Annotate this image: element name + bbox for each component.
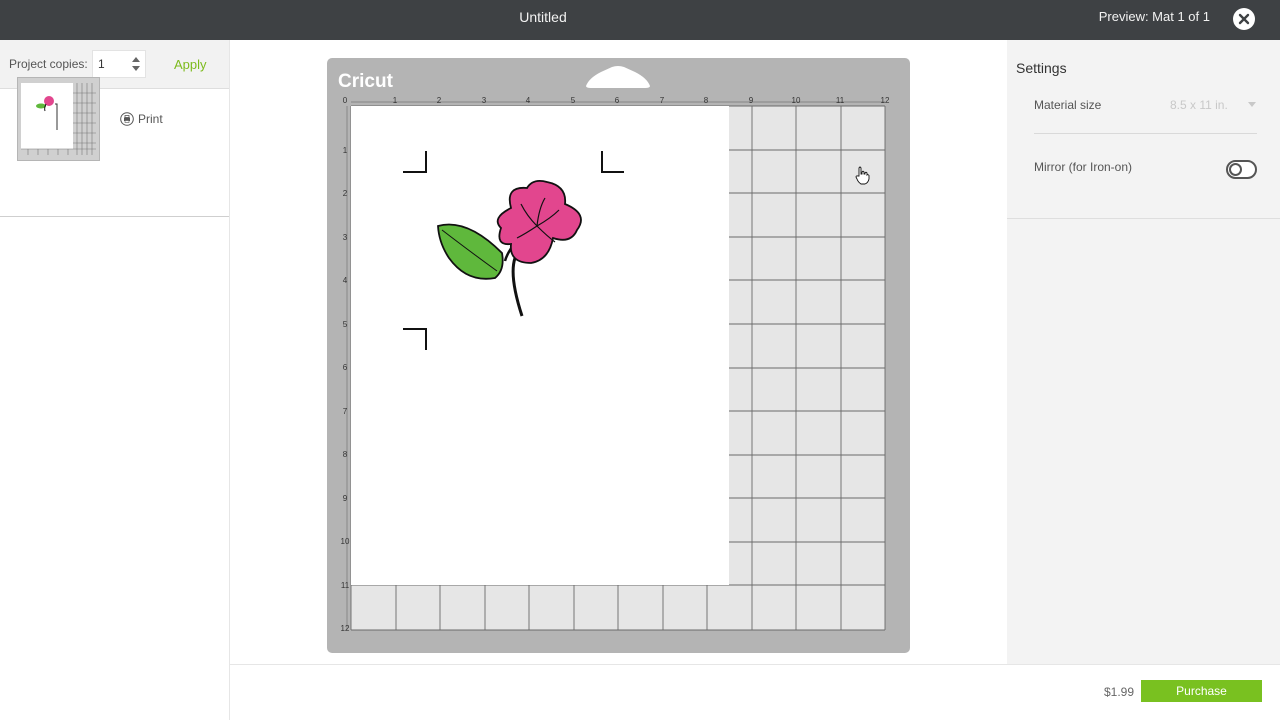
ruler-y-label: 11 — [341, 581, 350, 590]
project-copies-input[interactable]: 1 — [92, 50, 146, 78]
ruler-x-label: 10 — [792, 96, 801, 105]
ruler-x-label: 11 — [836, 96, 845, 105]
ruler-x-label: 0 — [343, 96, 348, 105]
paper-sheet — [351, 106, 729, 585]
apply-button[interactable]: Apply — [174, 57, 207, 72]
mat-hanger-tab — [586, 66, 650, 88]
ruler-x-label: 4 — [526, 96, 531, 105]
footer-bar: $1.99 Purchase — [230, 664, 1280, 720]
preview-label: Preview: Mat 1 of 1 — [1098, 9, 1210, 24]
ruler-x-label: 6 — [615, 96, 620, 105]
ruler-y-label: 7 — [343, 407, 348, 416]
ruler-y-label: 8 — [343, 450, 348, 459]
ruler-y-label: 4 — [343, 276, 348, 285]
mat-thumbnail-image — [18, 78, 99, 160]
toggle-knob — [1229, 163, 1242, 176]
material-size-value: 8.5 x 11 in. — [1170, 98, 1228, 112]
cricut-logo: Cricut — [338, 71, 394, 92]
ruler-y-label: 6 — [343, 363, 348, 372]
ruler-x-label: 5 — [571, 96, 576, 105]
ruler-x-label: 8 — [704, 96, 709, 105]
cutting-mat-graphic: Cricut 0 1 2 3 4 5 6 7 8 9 10 11 12 1 2 … — [338, 66, 890, 633]
print-button[interactable]: Print — [120, 112, 163, 126]
ruler-y-label: 12 — [341, 624, 350, 633]
ruler-y-label: 9 — [343, 494, 348, 503]
purchase-button[interactable]: Purchase — [1141, 680, 1262, 702]
stepper-arrows-icon[interactable] — [131, 54, 141, 74]
mirror-label: Mirror (for Iron-on) — [1034, 160, 1133, 174]
price-label: $1.99 — [1104, 685, 1135, 699]
project-title: Untitled — [519, 9, 567, 25]
ruler-x-label: 1 — [393, 96, 398, 105]
top-bar: Untitled Preview: Mat 1 of 1 — [0, 0, 1280, 40]
settings-panel: Settings Material size 8.5 x 11 in. Mirr… — [1007, 40, 1280, 664]
project-copies-value: 1 — [98, 57, 105, 71]
cutting-mat: Cricut 0 1 2 3 4 5 6 7 8 9 10 11 12 1 2 … — [327, 58, 910, 653]
ruler-y-label: 5 — [343, 320, 348, 329]
material-size-label: Material size — [1034, 98, 1102, 112]
ruler-x-label: 12 — [881, 96, 890, 105]
ruler-x-label: 7 — [660, 96, 665, 105]
ruler-y-label: 1 — [343, 146, 348, 155]
ruler-x-label: 2 — [437, 96, 442, 105]
print-label: Print — [138, 112, 163, 126]
mirror-toggle[interactable] — [1226, 160, 1257, 179]
material-size-select[interactable]: 8.5 x 11 in. — [1170, 98, 1258, 112]
ruler-y-label: 3 — [343, 233, 348, 242]
ruler-y-label: 2 — [343, 189, 348, 198]
ruler-y-label: 10 — [341, 537, 350, 546]
settings-title: Settings — [1016, 60, 1067, 76]
divider — [1007, 218, 1280, 219]
mat-thumbnail[interactable] — [17, 77, 100, 161]
ruler-x-label: 3 — [482, 96, 487, 105]
divider — [1034, 133, 1257, 134]
printer-icon — [120, 112, 134, 126]
ruler-x-label: 9 — [749, 96, 754, 105]
project-copies-label: Project copies: — [9, 57, 88, 71]
chevron-down-icon — [1248, 102, 1256, 107]
close-icon — [1238, 13, 1250, 25]
close-button[interactable] — [1233, 8, 1255, 30]
